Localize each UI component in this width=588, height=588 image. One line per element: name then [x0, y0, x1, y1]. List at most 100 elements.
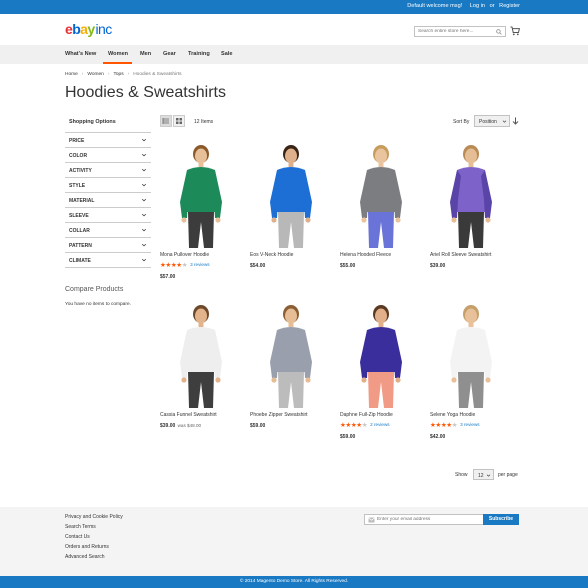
filter-collar[interactable]: COLLAR: [65, 223, 151, 238]
search-icon[interactable]: [496, 28, 502, 35]
product-image[interactable]: [250, 140, 332, 248]
nav-item-women[interactable]: Women: [108, 51, 128, 57]
nav-item-whats-new[interactable]: What's New: [65, 51, 96, 57]
login-link[interactable]: Log in: [470, 3, 485, 9]
product-name[interactable]: Eos V-Neck Hoodie: [250, 252, 293, 258]
footer-link-privacy[interactable]: Privacy and Cookie Policy: [65, 514, 123, 520]
filter-sleeve[interactable]: SLEEVE: [65, 208, 151, 223]
header-links: Default welcome msg! Log in or Register: [404, 3, 520, 9]
product-name[interactable]: Mona Pullover Hoodie: [160, 252, 209, 258]
filter-material[interactable]: MATERIAL: [65, 193, 151, 208]
product-name[interactable]: Helena Hooded Fleece: [340, 252, 391, 258]
search-box: [414, 26, 506, 37]
top-bar: Default welcome msg! Log in or Register: [0, 0, 588, 14]
chevron-down-icon: [502, 120, 507, 123]
breadcrumb-home[interactable]: Home: [65, 72, 78, 77]
product-image[interactable]: [340, 300, 422, 408]
per-page-label: per page: [498, 472, 518, 478]
footer-link-contact[interactable]: Contact Us: [65, 534, 90, 540]
reviews-link[interactable]: 3 reviews: [190, 262, 209, 267]
nav-item-sale[interactable]: Sale: [221, 51, 233, 57]
main-navigation: What's New Women Men Gear Training Sale: [0, 45, 588, 64]
product-rating: ★★★★★ 2 reviews: [340, 421, 390, 429]
footer-link-search-terms[interactable]: Search Terms: [65, 524, 96, 530]
old-price: was $48.00: [176, 423, 202, 428]
filter-list: PRICE COLOR ACTIVITY STYLE MATERIAL SLEE…: [65, 132, 151, 268]
welcome-message: Default welcome msg!: [407, 3, 463, 9]
nav-item-training[interactable]: Training: [188, 51, 210, 57]
product-price: $42.00: [430, 434, 445, 440]
chevron-down-icon: [141, 168, 147, 172]
product-rating: ★★★★★ 3 reviews: [160, 261, 210, 269]
filter-color[interactable]: COLOR: [65, 148, 151, 163]
final-price: $57.00: [160, 274, 176, 280]
show-label: Show: [455, 472, 468, 478]
product-price: $59.00: [340, 434, 355, 440]
cart-icon[interactable]: [510, 26, 520, 36]
product-image[interactable]: [340, 140, 422, 248]
sort-direction-icon[interactable]: [512, 117, 519, 125]
search-input[interactable]: [415, 27, 493, 36]
grid-view-button[interactable]: [160, 115, 172, 127]
breadcrumb-current: Hoodies & Sweatshirts: [133, 72, 182, 77]
product-name[interactable]: Selene Yoga Hoodie: [430, 412, 475, 418]
list-view-button[interactable]: [173, 115, 185, 127]
product-name[interactable]: Phoebe Zipper Sweatshirt: [250, 412, 308, 418]
footer-link-orders-returns[interactable]: Orders and Returns: [65, 544, 109, 550]
copyright-text: © 2014 Magento Demo Store. All Rights Re…: [239, 579, 349, 584]
reviews-link[interactable]: 3 reviews: [460, 422, 479, 427]
compare-products-title: Compare Products: [65, 286, 124, 293]
product-image[interactable]: [160, 300, 242, 408]
final-price: $39.00: [430, 263, 446, 269]
list-view-icon: [176, 118, 182, 124]
product-price: $55.00: [340, 263, 355, 269]
subscribe-button[interactable]: Subscribe: [483, 514, 519, 525]
product-image[interactable]: [160, 140, 242, 248]
product-price: $59.00: [250, 423, 265, 429]
chevron-down-icon: [141, 153, 147, 157]
breadcrumb-women[interactable]: Women: [87, 72, 103, 77]
product-name[interactable]: Ariel Roll Sleeve Sweatshirt: [430, 252, 491, 258]
reviews-link[interactable]: 2 reviews: [370, 422, 389, 427]
final-price: $59.00: [250, 423, 266, 429]
nav-active-indicator: [103, 62, 132, 64]
breadcrumb: Home › Women › Tops › Hoodies & Sweatshirts: [65, 72, 181, 77]
newsletter-box: [364, 514, 484, 525]
filter-pattern[interactable]: PATTERN: [65, 238, 151, 253]
nav-item-gear[interactable]: Gear: [163, 51, 176, 57]
envelope-icon: [368, 517, 375, 523]
newsletter-email-input[interactable]: [377, 515, 481, 524]
product-name[interactable]: Daphne Full-Zip Hoodie: [340, 412, 393, 418]
footer-link-advanced-search[interactable]: Advanced Search: [65, 554, 104, 560]
chevron-down-icon: [141, 243, 147, 247]
rating-stars: ★★★★★: [430, 422, 458, 429]
store-logo[interactable]: ebayinc: [65, 21, 112, 37]
product-price: $39.00 was $48.00: [160, 423, 201, 429]
filter-activity[interactable]: ACTIVITY: [65, 163, 151, 178]
chevron-down-icon: [141, 183, 147, 187]
chevron-down-icon: [141, 213, 147, 217]
shopping-options-title: Shopping Options: [69, 119, 116, 125]
filter-price[interactable]: PRICE: [65, 133, 151, 148]
sort-by-label: Sort By: [453, 119, 470, 125]
nav-item-men[interactable]: Men: [140, 51, 151, 57]
filter-climate[interactable]: CLIMATE: [65, 253, 151, 268]
final-price: $39.00: [160, 423, 176, 429]
product-image[interactable]: [250, 300, 332, 408]
product-image[interactable]: [430, 140, 512, 248]
compare-empty-message: You have no items to compare.: [65, 302, 131, 307]
limiter-select[interactable]: 12: [473, 469, 494, 480]
chevron-down-icon: [486, 474, 491, 477]
sort-by-select[interactable]: Position: [474, 115, 510, 127]
breadcrumb-separator: ›: [107, 72, 110, 77]
final-price: $42.00: [430, 434, 446, 440]
product-name[interactable]: Cassia Funnel Sweatshirt: [160, 412, 217, 418]
final-price: $55.00: [340, 263, 356, 269]
grid-view-icon: [162, 118, 169, 124]
breadcrumb-tops[interactable]: Tops: [113, 72, 123, 77]
copyright-bar: © 2014 Magento Demo Store. All Rights Re…: [0, 576, 588, 588]
register-link[interactable]: Register: [499, 3, 520, 9]
breadcrumb-separator: ›: [81, 72, 84, 77]
filter-style[interactable]: STYLE: [65, 178, 151, 193]
product-image[interactable]: [430, 300, 512, 408]
